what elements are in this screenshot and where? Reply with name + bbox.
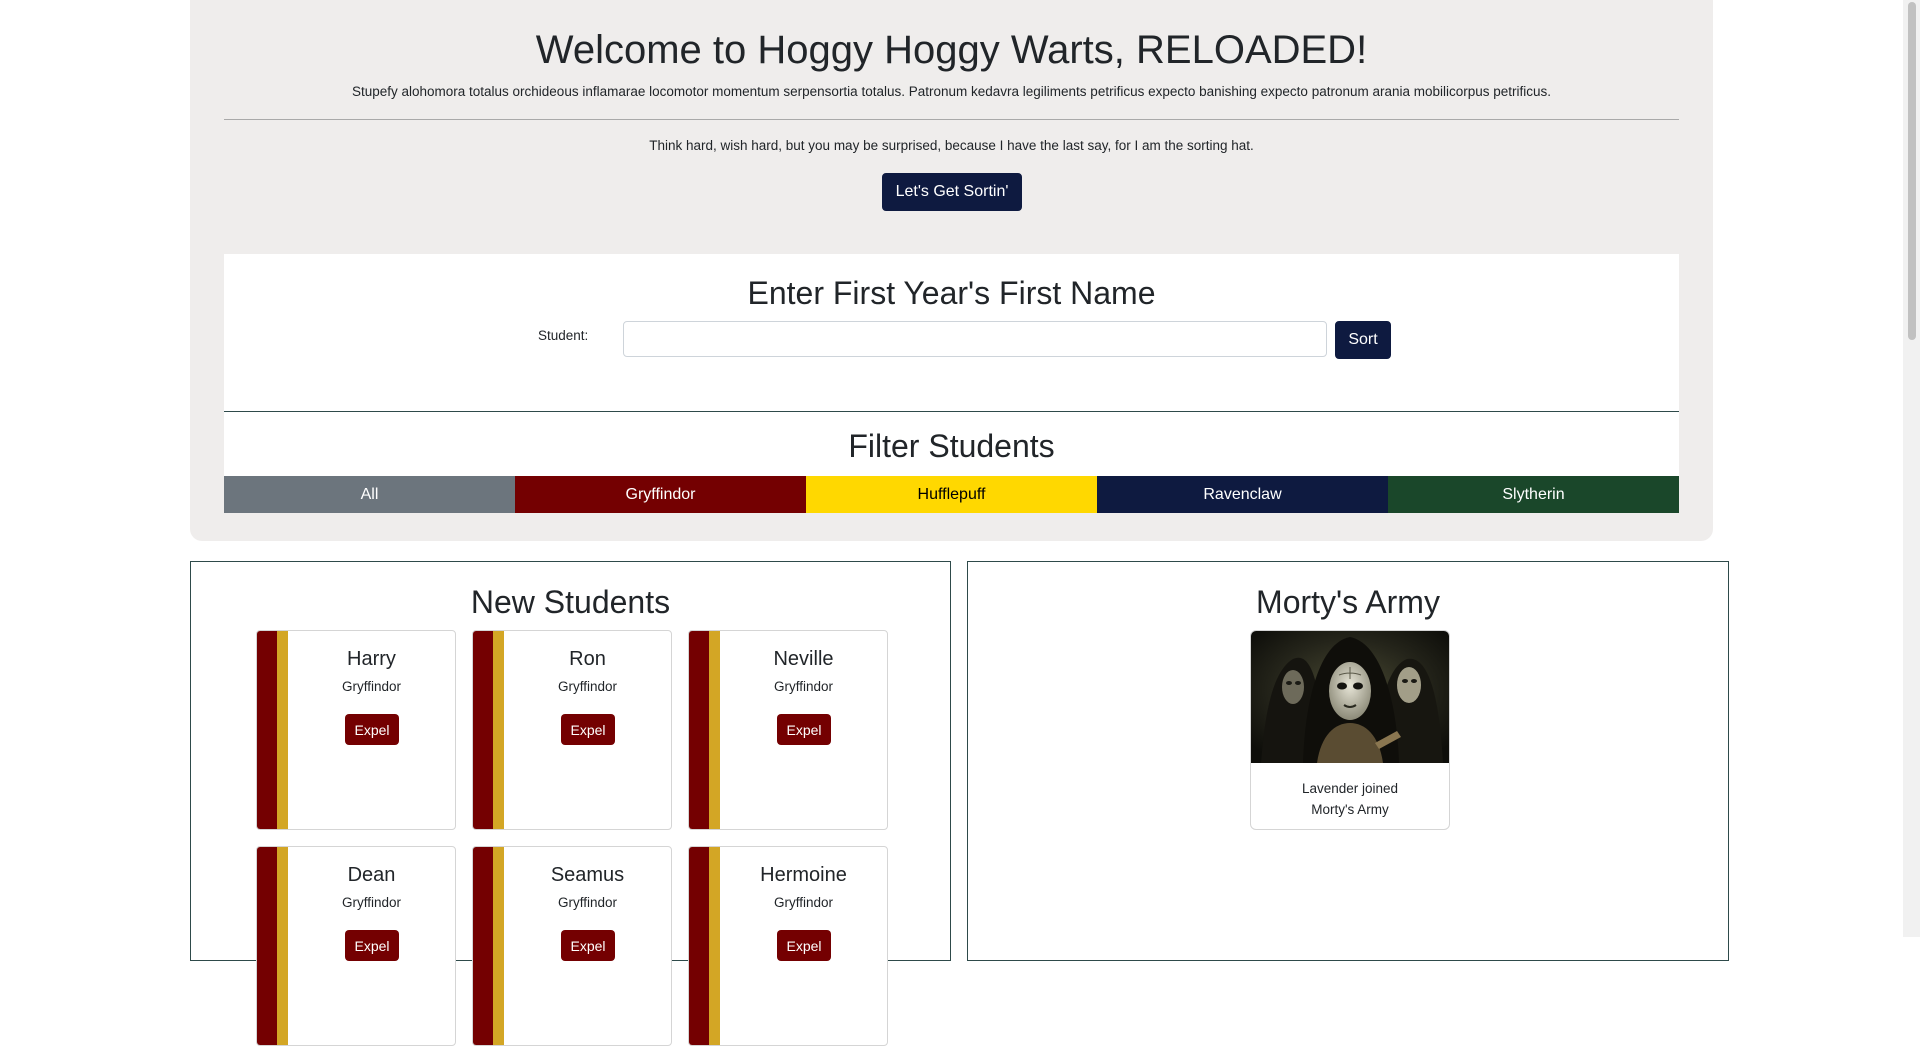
house-stripe-gold (709, 631, 720, 829)
house-stripe-red (257, 847, 277, 1045)
sort-button[interactable]: Sort (1335, 321, 1391, 359)
house-stripe-red (473, 631, 493, 829)
student-house: Gryffindor (557, 679, 618, 694)
jumbotron: Welcome to Hoggy Hoggy Warts, RELOADED! … (190, 0, 1713, 541)
filter-slytherin-button[interactable]: Slytherin (1388, 476, 1679, 513)
filter-gryffindor-button[interactable]: Gryffindor (515, 476, 806, 513)
house-stripe-red (257, 631, 277, 829)
student-house: Gryffindor (341, 895, 402, 910)
new-students-panel: New Students Harry Gryffindor Expel Ron … (190, 561, 951, 1046)
page-scrollbar[interactable] (1903, 0, 1920, 937)
scrollbar-thumb[interactable] (1908, 2, 1916, 340)
army-member-line2: Morty's Army (1311, 802, 1389, 817)
house-stripe-gold (277, 847, 288, 1045)
filter-hufflepuff-button[interactable]: Hufflepuff (806, 476, 1097, 513)
student-name: Neville (773, 648, 834, 670)
filter-ravenclaw-button[interactable]: Ravenclaw (1097, 476, 1388, 513)
expel-button[interactable]: Expel (345, 714, 399, 745)
student-name: Harry (347, 648, 396, 670)
student-house: Gryffindor (341, 679, 402, 694)
page-title: Welcome to Hoggy Hoggy Warts, RELOADED! (535, 28, 1368, 72)
filter-section: Filter Students All Gryffindor Hufflepuf… (224, 412, 1679, 513)
army-member-text: Lavender joined Morty's Army (1251, 778, 1449, 820)
death-eaters-image (1251, 631, 1449, 763)
student-house: Gryffindor (773, 895, 834, 910)
student-name: Ron (569, 648, 606, 670)
house-stripe-red (689, 631, 709, 829)
army-member-card: Lavender joined Morty's Army (1250, 630, 1450, 830)
filter-all-button[interactable]: All (224, 476, 515, 513)
sort-form: Enter First Year's First Name Student: S… (224, 254, 1679, 412)
filter-title: Filter Students (848, 428, 1055, 464)
expel-button[interactable]: Expel (561, 930, 615, 961)
expel-button[interactable]: Expel (777, 714, 831, 745)
student-house: Gryffindor (557, 895, 618, 910)
new-students-title: New Students (470, 584, 671, 620)
student-name: Hermoine (760, 864, 847, 886)
army-member-line1: Lavender joined (1301, 781, 1399, 796)
form-title: Enter First Year's First Name (747, 275, 1156, 311)
hero-lead-text: Stupefy alohomora totalus orchideous inf… (351, 84, 1552, 99)
lets-get-sortin-button[interactable]: Let's Get Sortin' (882, 173, 1022, 211)
house-stripe-gold (709, 847, 720, 1045)
house-stripe-gold (493, 631, 504, 829)
student-card: Hermoine Gryffindor Expel (688, 846, 888, 1046)
student-name-input[interactable] (623, 321, 1327, 357)
mortys-army-panel: Morty's Army Lavender joined Morty's Arm… (967, 561, 1729, 961)
house-stripe-red (689, 847, 709, 1045)
house-stripe-gold (277, 631, 288, 829)
student-card: Dean Gryffindor Expel (256, 846, 456, 1046)
hero-quote-text: Think hard, wish hard, but you may be su… (649, 138, 1254, 153)
student-card: Neville Gryffindor Expel (688, 630, 888, 830)
expel-button[interactable]: Expel (345, 930, 399, 961)
divider (224, 119, 1679, 120)
house-stripe-gold (493, 847, 504, 1045)
student-house: Gryffindor (773, 679, 834, 694)
filter-button-group: All Gryffindor Hufflepuff Ravenclaw Slyt… (224, 476, 1679, 513)
expel-button[interactable]: Expel (561, 714, 615, 745)
student-name: Dean (347, 864, 396, 886)
house-stripe-red (473, 847, 493, 1045)
student-name: Seamus (550, 864, 625, 886)
expel-button[interactable]: Expel (777, 930, 831, 961)
student-label: Student: (538, 328, 589, 343)
student-card: Harry Gryffindor Expel (256, 630, 456, 830)
student-card: Seamus Gryffindor Expel (472, 846, 672, 1046)
student-card: Ron Gryffindor Expel (472, 630, 672, 830)
mortys-army-title: Morty's Army (1256, 584, 1440, 620)
